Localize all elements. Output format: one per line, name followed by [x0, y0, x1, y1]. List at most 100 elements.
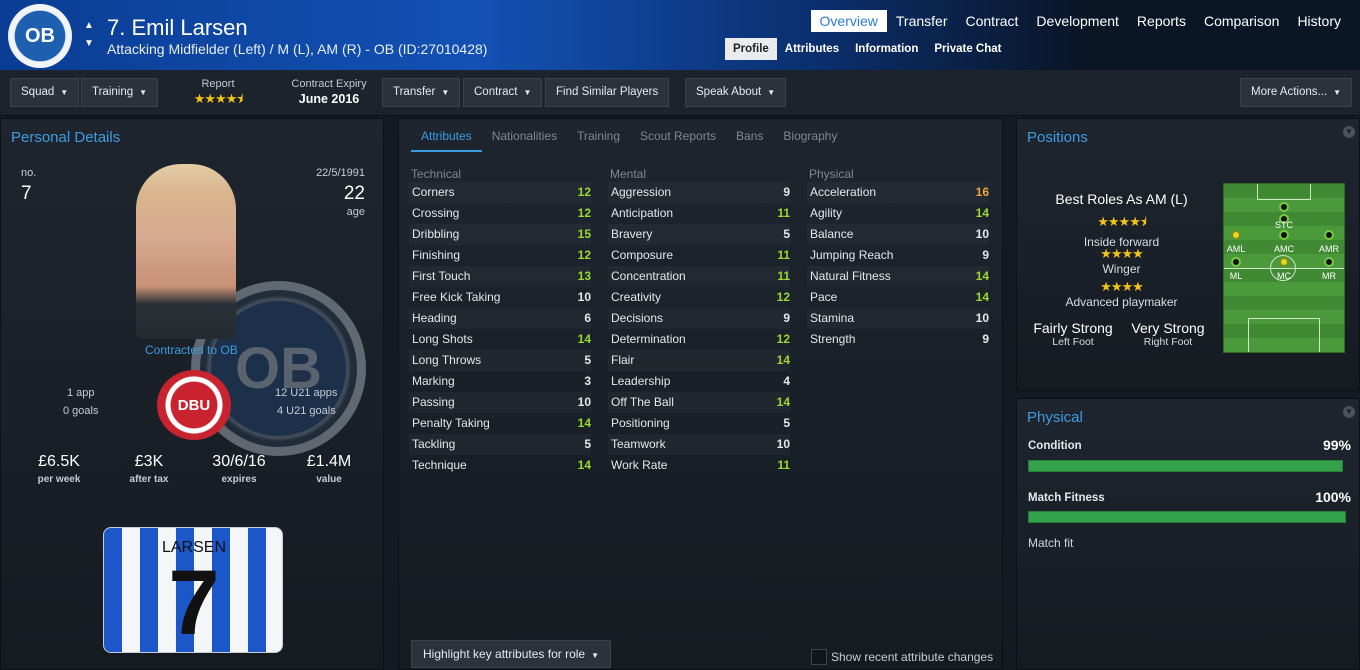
attribute-row[interactable]: First Touch 13 [409, 266, 591, 287]
attribute-value: 10 [975, 311, 989, 325]
pitch-slot-mr [1324, 257, 1334, 267]
attribute-name: Balance [810, 227, 854, 241]
pitch-slot-amr [1324, 230, 1334, 240]
attribute-row[interactable]: Marking 3 [409, 371, 591, 392]
attribute-row[interactable]: Heading 6 [409, 308, 591, 329]
tab-attributes[interactable]: Attributes [411, 125, 482, 152]
find-similar-players-button[interactable]: Find Similar Players [545, 78, 670, 107]
panel-title: Positions [1027, 129, 1088, 146]
condition-value: 99% [1322, 437, 1351, 453]
highlight-key-attributes-button[interactable]: Highlight key attributes for role ▼ [411, 640, 611, 668]
attribute-row[interactable]: Technique 14 [409, 455, 591, 476]
attribute-row[interactable]: Anticipation 11 [608, 203, 790, 224]
player-nav-arrows[interactable]: ▲ ▼ [84, 17, 94, 53]
attribute-row[interactable]: Crossing 12 [409, 203, 591, 224]
squad-button[interactable]: Squad ▼ [10, 78, 80, 107]
down-arrow-icon[interactable]: ▼ [84, 35, 94, 53]
attribute-row[interactable]: Strength 9 [807, 329, 989, 350]
tab-transfer[interactable]: Transfer [887, 10, 957, 32]
attribute-row[interactable]: Determination 12 [608, 329, 790, 350]
tab-bans[interactable]: Bans [726, 125, 773, 152]
attribute-row[interactable]: Free Kick Taking 10 [409, 287, 591, 308]
training-button[interactable]: Training ▼ [81, 78, 159, 107]
attribute-row[interactable]: Long Shots 14 [409, 329, 591, 350]
player-header: OB ▲ ▼ 7. Emil Larsen Attacking Midfielde… [0, 0, 1360, 70]
tab-nationalities[interactable]: Nationalities [482, 125, 567, 152]
collapse-icon[interactable]: ▼ [1343, 126, 1355, 138]
chevron-down-icon: ▼ [441, 88, 450, 97]
tab-overview[interactable]: Overview [810, 10, 887, 32]
match-fit-status: Match fit [1028, 536, 1074, 550]
squad-button-label: Squad [21, 86, 55, 98]
transfer-button[interactable]: Transfer ▼ [382, 78, 461, 107]
attribute-row[interactable]: Bravery 5 [608, 224, 790, 245]
value-stat: £1.4M value [297, 453, 361, 485]
attribute-name: Acceleration [810, 185, 877, 199]
physical-list: Acceleration 16 Agility 14 Balance 10 Jumping … [807, 182, 993, 482]
physical-header: Physical [809, 167, 854, 181]
tab-contract[interactable]: Contract [957, 10, 1028, 32]
main-nav: Overview Transfer Contract Development R… [810, 10, 1350, 32]
tab-development[interactable]: Development [1027, 10, 1128, 32]
attribute-row[interactable]: Aggression 9 [608, 182, 790, 203]
tab-comparison[interactable]: Comparison [1195, 10, 1288, 32]
subtab-profile[interactable]: Profile [725, 38, 777, 60]
tab-scout-reports[interactable]: Scout Reports [630, 125, 726, 152]
more-actions-button[interactable]: More Actions... ▼ [1240, 78, 1352, 107]
attribute-row[interactable]: Corners 12 [409, 182, 591, 203]
up-arrow-icon[interactable]: ▲ [84, 17, 94, 35]
attribute-row[interactable]: Natural Fitness 14 [807, 266, 989, 287]
attribute-row[interactable]: Pace 14 [807, 287, 989, 308]
attribute-row[interactable]: Passing 10 [409, 392, 591, 413]
left-foot-label: Left Foot [1052, 336, 1094, 348]
attribute-row[interactable]: Leadership 4 [608, 371, 790, 392]
attribute-row[interactable]: Tackling 5 [409, 434, 591, 455]
subtab-information[interactable]: Information [847, 38, 926, 60]
attribute-name: Determination [611, 332, 686, 346]
attribute-value: 14 [975, 206, 989, 220]
attribute-row[interactable]: Balance 10 [807, 224, 989, 245]
attribute-row[interactable]: Jumping Reach 9 [807, 245, 989, 266]
attribute-row[interactable]: Penalty Taking 14 [409, 413, 591, 434]
position-pitch[interactable]: STC AML AMC AMR ML MC MR [1223, 183, 1345, 353]
speak-about-button[interactable]: Speak About ▼ [685, 78, 787, 107]
subtab-attributes[interactable]: Attributes [777, 38, 847, 60]
attribute-name: Marking [412, 374, 455, 388]
tab-training[interactable]: Training [567, 125, 630, 152]
attribute-value: 14 [975, 290, 989, 304]
attribute-row[interactable]: Finishing 12 [409, 245, 591, 266]
contracted-to-link[interactable]: Contracted to OB [145, 343, 238, 357]
tab-history[interactable]: History [1288, 10, 1350, 32]
tab-biography[interactable]: Biography [773, 125, 847, 152]
attribute-name: Technique [412, 458, 467, 472]
attribute-value: 14 [577, 332, 591, 346]
attribute-row[interactable]: Acceleration 16 [807, 182, 989, 203]
squad-number-label: no. [21, 167, 37, 179]
attribute-value: 9 [783, 185, 790, 199]
contract-button[interactable]: Contract ▼ [463, 78, 543, 107]
subtab-private-chat[interactable]: Private Chat [926, 38, 1009, 60]
attribute-row[interactable]: Composure 11 [608, 245, 790, 266]
report-info[interactable]: Report ★★★★⯨ [183, 78, 253, 112]
find-similar-label: Find Similar Players [556, 86, 659, 98]
tab-reports[interactable]: Reports [1128, 10, 1195, 32]
attribute-row[interactable]: Off The Ball 14 [608, 392, 790, 413]
attribute-row[interactable]: Teamwork 10 [608, 434, 790, 455]
contract-expiry-info: Contract Expiry June 2016 [285, 78, 373, 106]
attribute-row[interactable]: Dribbling 15 [409, 224, 591, 245]
show-changes-checkbox[interactable] [811, 649, 827, 665]
attribute-row[interactable]: Decisions 9 [608, 308, 790, 329]
left-foot: Fairly Strong Left Foot [1027, 320, 1119, 348]
collapse-icon[interactable]: ▼ [1343, 406, 1355, 418]
attribute-tabs: Attributes Nationalities Training Scout … [411, 125, 847, 152]
attribute-row[interactable]: Positioning 5 [608, 413, 790, 434]
attribute-row[interactable]: Agility 14 [807, 203, 989, 224]
attribute-row[interactable]: Long Throws 5 [409, 350, 591, 371]
attribute-row[interactable]: Creativity 12 [608, 287, 790, 308]
attribute-row[interactable]: Concentration 11 [608, 266, 790, 287]
attribute-name: Passing [412, 395, 455, 409]
attribute-row[interactable]: Work Rate 11 [608, 455, 790, 476]
attribute-row[interactable]: Stamina 10 [807, 308, 989, 329]
attribute-name: Composure [611, 248, 674, 262]
attribute-row[interactable]: Flair 14 [608, 350, 790, 371]
